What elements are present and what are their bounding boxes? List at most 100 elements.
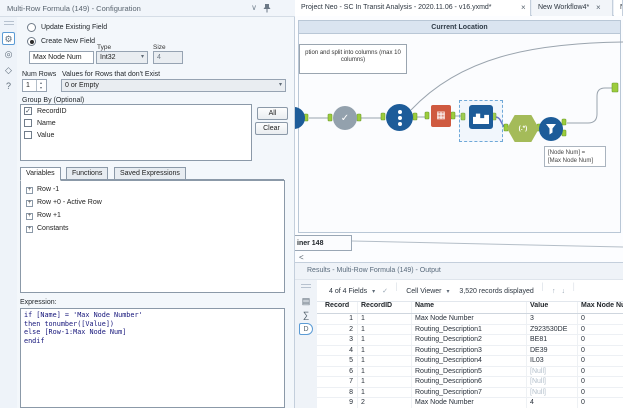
stepper-arrows-icon[interactable]: ▴▾ <box>36 80 45 91</box>
caret-down-icon[interactable]: ▾ <box>446 288 449 295</box>
size-label: Size <box>153 44 166 51</box>
tool-multi-row-formula-icon[interactable] <box>469 105 493 129</box>
collapsed-container-tab[interactable]: iner 148 <box>295 235 352 251</box>
cell: Routing_Description4 <box>412 356 527 366</box>
group-by-item[interactable]: ✓ RecordID <box>24 107 251 117</box>
config-panel-titlebar[interactable]: Multi-Row Formula (149) - Configuration … <box>0 0 295 17</box>
tool-record-id-icon[interactable] <box>386 104 413 131</box>
checkbox-checked-icon[interactable]: ✓ <box>24 107 32 115</box>
table-glyph: ▦ <box>436 110 445 121</box>
col-header-name[interactable]: Name <box>412 302 527 313</box>
results-title: Results - Multi-Row Formula (149) - Outp… <box>307 267 441 274</box>
workflow-canvas[interactable]: Current Location ption and spl <box>295 16 623 262</box>
config-side-toolbar: ⚙ ◎ ◇ ? <box>0 17 17 408</box>
all-button[interactable]: All <box>257 107 288 120</box>
tree-item-active-row[interactable]: + Row +0 - Active Row <box>21 197 284 210</box>
comment-tool[interactable]: ption and split into columns (max 10 col… <box>299 44 407 74</box>
expand-plus-icon[interactable]: + <box>26 226 33 233</box>
variables-tree[interactable]: + Row -1 + Row +0 - Active Row + Row +1 … <box>20 180 285 293</box>
funnel-glyph <box>545 123 557 135</box>
configuration-tab-icon[interactable]: ⚙ <box>2 32 15 45</box>
cell-preview-icon[interactable]: D <box>299 323 313 335</box>
expand-plus-icon[interactable]: + <box>26 200 33 207</box>
num-rows-stepper[interactable]: 1 ▴▾ <box>22 79 47 92</box>
tool-annotation[interactable]: [Node Num] = [Max Node Num] <box>544 146 606 167</box>
expand-plus-icon[interactable]: + <box>26 187 33 194</box>
pin-icon[interactable] <box>263 3 271 15</box>
table-row[interactable]: 21Routing_Description1Z923530DE0 <box>317 325 623 336</box>
type-dropdown[interactable]: Int32 ▾ <box>96 51 148 64</box>
col-header-value[interactable]: Value <box>527 302 578 313</box>
help-tab-icon[interactable]: ? <box>2 80 15 93</box>
results-table-header[interactable]: Record RecordID Name Value Max Node Num <box>317 302 623 314</box>
table-row[interactable]: 41Routing_Description3DE390 <box>317 346 623 357</box>
close-tab-icon[interactable]: × <box>517 4 530 12</box>
workflow-tab-active[interactable]: Project Neo - SC In Transit Analysis - 2… <box>295 0 531 16</box>
table-row[interactable]: 31Routing_Description2BE810 <box>317 335 623 346</box>
group-by-item[interactable]: Name <box>24 119 251 129</box>
cell-viewer-button[interactable]: Cell Viewer <box>406 288 441 295</box>
group-by-item[interactable]: Value <box>24 131 251 141</box>
data-view-icon[interactable]: ▤ <box>299 295 313 307</box>
toolbar-separator: │ <box>541 284 545 291</box>
num-rows-value: 1 <box>26 82 30 89</box>
tab-functions[interactable]: Functions <box>66 167 108 180</box>
table-row[interactable]: 92Max Node Number40 <box>317 398 623 408</box>
col-header-record[interactable]: Record <box>317 302 358 313</box>
update-existing-radio[interactable] <box>27 23 36 32</box>
toolbar-separator: │ <box>395 284 399 291</box>
tree-item-row-plus-1[interactable]: + Row +1 <box>21 210 284 223</box>
cell: BE81 <box>527 335 578 345</box>
tree-item-label: Constants <box>37 225 69 232</box>
panel-grip-handle[interactable] <box>4 21 14 26</box>
cell: 1 <box>358 356 412 366</box>
table-row[interactable]: 11Max Node Number30 <box>317 314 623 325</box>
caret-down-icon[interactable]: ▾ <box>372 288 375 295</box>
workflow-tab-partial[interactable]: N <box>614 0 623 16</box>
scroll-down-icon[interactable]: ↓ <box>561 288 565 295</box>
annotation-tab-icon[interactable]: ◇ <box>2 64 15 77</box>
table-row[interactable]: 81Routing_Description7[Null]0 <box>317 388 623 399</box>
metadata-view-icon[interactable]: ∑ <box>299 309 313 321</box>
panel-grip-handle[interactable] <box>301 284 311 289</box>
field-name-input[interactable]: Max Node Num <box>29 51 94 64</box>
cell: 1 <box>358 377 412 387</box>
cell: 2 <box>358 398 412 408</box>
apply-check-icon[interactable]: ✓ <box>382 287 388 295</box>
table-row[interactable]: 71Routing_Description6[Null]0 <box>317 377 623 388</box>
group-by-listbox[interactable]: ✓ RecordID Name Value <box>20 104 252 161</box>
table-row[interactable]: 61Routing_Description5[Null]0 <box>317 367 623 378</box>
cell: 0 <box>578 398 623 408</box>
chevron-down-icon[interactable]: ∨ <box>251 3 257 12</box>
expand-plus-icon[interactable]: + <box>26 213 33 220</box>
tab-saved-expressions[interactable]: Saved Expressions <box>114 167 186 180</box>
tree-item-row-minus-1[interactable]: + Row -1 <box>21 184 284 197</box>
col-header-max-node-num[interactable]: Max Node Num <box>578 302 623 313</box>
values-dropdown[interactable]: 0 or Empty ▾ <box>61 79 286 92</box>
tool-filter-icon[interactable] <box>539 117 563 141</box>
clear-button[interactable]: Clear <box>255 122 288 135</box>
checkbox-unchecked-icon[interactable] <box>24 119 32 127</box>
cell: 0 <box>578 388 623 398</box>
create-new-radio[interactable] <box>27 37 36 46</box>
cell: [Null] <box>527 377 578 387</box>
expression-code[interactable]: if [Name] = 'Max Node Number' then tonum… <box>24 311 143 345</box>
tree-item-constants[interactable]: + Constants <box>21 223 284 236</box>
scroll-up-icon[interactable]: ↑ <box>552 288 556 295</box>
cell: 0 <box>578 367 623 377</box>
collapse-arrow-icon[interactable]: < <box>299 253 304 262</box>
navigation-tab-icon[interactable]: ◎ <box>2 48 15 61</box>
close-tab-icon[interactable]: × <box>592 4 605 12</box>
cell: DE39 <box>527 346 578 356</box>
expression-editor[interactable]: if [Name] = 'Max Node Number' then tonum… <box>20 308 285 408</box>
fields-summary[interactable]: 4 of 4 Fields <box>329 288 367 295</box>
table-row[interactable]: 51Routing_Description4IL030 <box>317 356 623 367</box>
checkbox-unchecked-icon[interactable] <box>24 131 32 139</box>
col-header-recordid[interactable]: RecordID <box>358 302 412 313</box>
cell: 4 <box>527 398 578 408</box>
tool-transpose-icon[interactable]: ▦ <box>431 105 451 127</box>
tool-unique-icon[interactable]: ✓ <box>333 106 357 130</box>
results-header[interactable]: Results - Multi-Row Formula (149) - Outp… <box>295 263 623 280</box>
cell: Routing_Description2 <box>412 335 527 345</box>
tab-variables[interactable]: Variables <box>20 167 61 181</box>
